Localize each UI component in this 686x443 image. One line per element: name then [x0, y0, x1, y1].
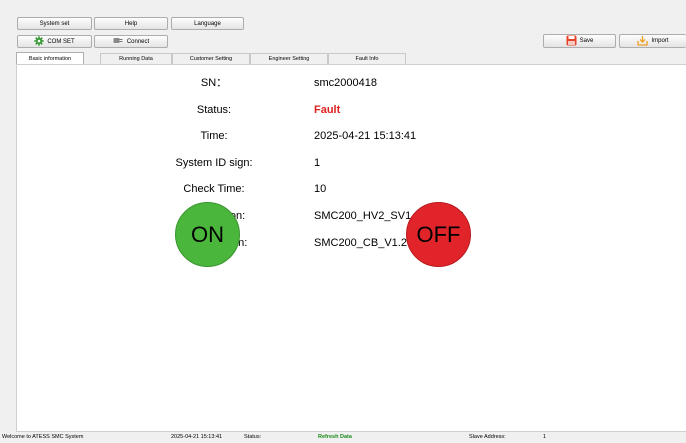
status-time: 2025-04-21 15:13:41 — [171, 434, 223, 440]
connect-plug-icon — [113, 37, 124, 46]
save-icon — [566, 35, 577, 48]
slave-address-value: 1 — [543, 434, 547, 440]
tab-engineer-setting[interactable]: Engineer Setting — [250, 53, 328, 64]
import-icon — [637, 35, 649, 48]
system-id-value: 1 — [314, 157, 321, 169]
import-button[interactable]: Import — [619, 34, 686, 48]
import-label: Import — [651, 38, 669, 44]
connect-button[interactable]: Connect — [94, 35, 168, 48]
on-label: ON — [191, 221, 224, 247]
welcome-text: Welcome to ATESS SMC System — [2, 434, 84, 440]
sn-label: SN： — [200, 77, 228, 89]
system-id-label: System ID sign: — [175, 157, 253, 169]
connect-label: Connect — [126, 38, 150, 45]
hard-version-value: SMC200_CB_V1.20 — [314, 237, 414, 249]
tab-fault-info[interactable]: Fault Info — [328, 53, 406, 64]
save-button[interactable]: Save — [543, 34, 616, 48]
status-value-text: Refresh Data — [318, 434, 352, 440]
time-label: Time: — [200, 130, 228, 142]
time-value: 2025-04-21 15:13:41 — [314, 130, 417, 142]
com-set-button[interactable]: COM SET — [17, 35, 92, 48]
com-set-label: COM SET — [47, 38, 75, 45]
save-label: Save — [579, 38, 594, 44]
help-button[interactable]: Help — [94, 17, 168, 30]
check-time-label: Check Time: — [183, 183, 245, 195]
system-set-button[interactable]: System set — [17, 17, 92, 30]
tab-basic-information[interactable]: Basic information — [16, 52, 84, 64]
on-button[interactable]: ON — [175, 202, 240, 267]
status-label-text: Status: — [244, 434, 262, 440]
slave-address-label: Slave Address: — [469, 434, 506, 440]
status-bar: Welcome to ATESS SMC System 2025-04-21 1… — [0, 432, 686, 443]
sn-value: smc2000418 — [314, 77, 377, 89]
gear-icon — [34, 35, 45, 48]
status-value: Fault — [314, 104, 341, 116]
language-button[interactable]: Language — [171, 17, 244, 30]
off-label: OFF — [416, 221, 461, 247]
tab-running-data[interactable]: Running Data — [100, 53, 172, 64]
check-time-value: 10 — [314, 183, 327, 195]
status-label: Status: — [196, 104, 232, 116]
tab-customer-setting[interactable]: Customer Setting — [172, 53, 250, 64]
off-button[interactable]: OFF — [406, 202, 471, 267]
